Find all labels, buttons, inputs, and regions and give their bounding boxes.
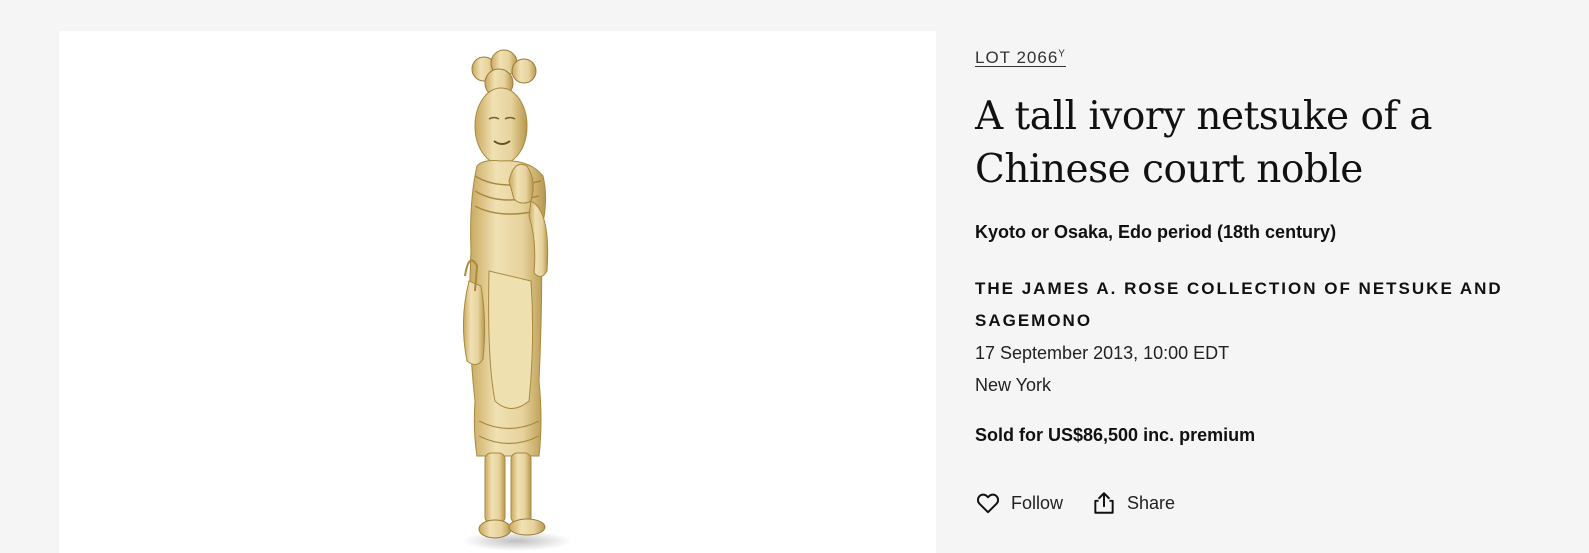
sale-name: THE JAMES A. ROSE COLLECTION OF NETSUKE … <box>975 279 1503 330</box>
lot-actions: Follow Share <box>975 490 1555 516</box>
sale-location: New York <box>975 375 1052 395</box>
share-button[interactable]: Share <box>1091 490 1175 516</box>
lot-page: LOT 2066Y A tall ivory netsuke of a Chin… <box>0 0 1589 553</box>
follow-label: Follow <box>1011 492 1064 513</box>
lot-image-panel[interactable] <box>59 31 936 553</box>
share-icon <box>1094 492 1114 514</box>
lot-number-link[interactable]: LOT 2066Y <box>975 48 1066 68</box>
sale-date: 17 September 2013, 10:00 EDT <box>975 343 1230 363</box>
netsuke-image <box>462 49 572 551</box>
lot-details: LOT 2066Y A tall ivory netsuke of a Chin… <box>975 48 1555 516</box>
sold-price: Sold for US$86,500 inc. premium <box>975 425 1256 445</box>
lot-subtitle: Kyoto or Osaka, Edo period (18th century… <box>975 222 1337 242</box>
lot-number: LOT 2066 <box>975 48 1059 67</box>
lot-title: A tall ivory netsuke of a Chinese court … <box>975 94 1433 192</box>
share-label: Share <box>1127 492 1176 513</box>
lot-number-superscript: Y <box>1058 48 1066 60</box>
heart-icon <box>976 493 1000 514</box>
follow-button[interactable]: Follow <box>975 490 1063 516</box>
